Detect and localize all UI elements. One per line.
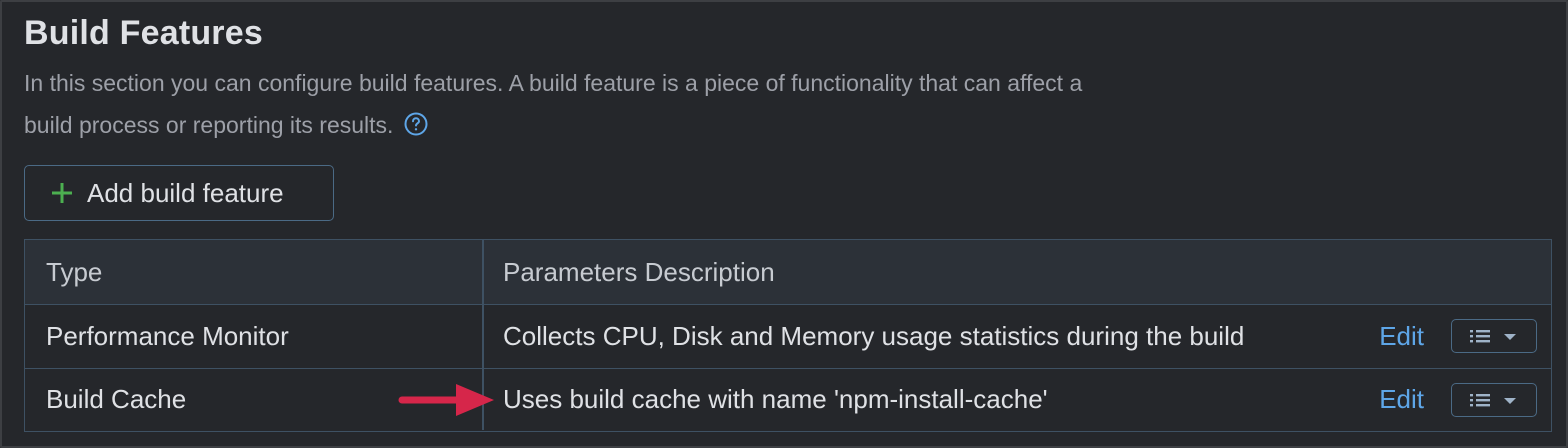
- add-build-feature-label: Add build feature: [87, 177, 284, 208]
- list-dropdown-icon: [1470, 394, 1516, 407]
- feature-type: Performance Monitor: [46, 320, 289, 351]
- feature-params: Uses build cache with name 'npm-install-…: [503, 383, 1048, 414]
- row-actions-menu-button[interactable]: [1451, 383, 1537, 417]
- column-header-parameters: Parameters Description: [503, 256, 775, 287]
- column-divider: [482, 304, 484, 368]
- plus-icon: [52, 183, 72, 203]
- edit-link[interactable]: Edit: [1379, 368, 1424, 430]
- column-header-type: Type: [46, 256, 103, 287]
- annotation-arrow-icon: [398, 384, 494, 416]
- description-line-1: In this section you can configure build …: [24, 70, 1083, 96]
- question-circle-icon[interactable]: [404, 112, 428, 136]
- section-title: Build Features: [24, 14, 263, 52]
- table-row[interactable]: Build Cache Uses build cache with name '…: [25, 368, 1551, 430]
- build-features-panel: Build Features In this section you can c…: [0, 0, 1568, 448]
- header-column-divider: [482, 240, 484, 304]
- feature-params: Collects CPU, Disk and Memory usage stat…: [503, 320, 1245, 351]
- section-description: In this section you can configure build …: [24, 62, 1304, 146]
- list-dropdown-icon: [1470, 330, 1516, 343]
- feature-type: Build Cache: [46, 383, 187, 414]
- description-line-2: build process or reporting its results.: [24, 104, 1304, 146]
- description-line-2-text: build process or reporting its results.: [24, 112, 394, 138]
- table-row[interactable]: Performance Monitor Collects CPU, Disk a…: [25, 304, 1551, 369]
- edit-link[interactable]: Edit: [1379, 304, 1424, 368]
- build-features-table: Type Parameters Description Performance …: [24, 239, 1552, 432]
- add-build-feature-button[interactable]: Add build feature: [24, 165, 334, 221]
- row-actions-menu-button[interactable]: [1451, 319, 1537, 353]
- table-header-row: Type Parameters Description: [25, 240, 1551, 305]
